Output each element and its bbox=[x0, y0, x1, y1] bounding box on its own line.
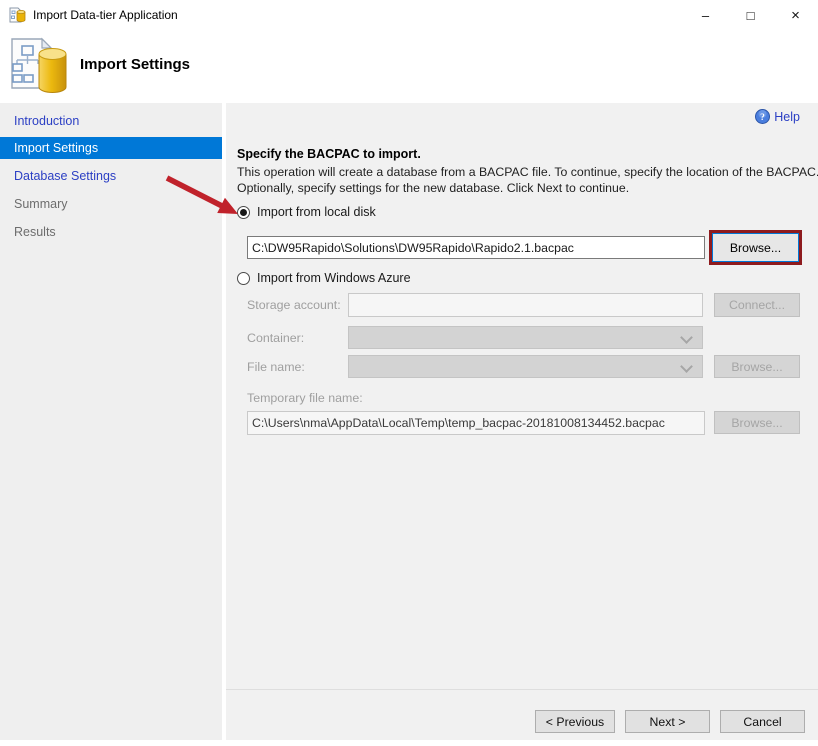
import-local-disk-option[interactable]: Import from local disk bbox=[237, 205, 376, 219]
sidebar-item-introduction[interactable]: Introduction bbox=[0, 110, 222, 132]
previous-button[interactable]: < Previous bbox=[535, 710, 615, 733]
bacpac-path-input[interactable] bbox=[247, 236, 705, 259]
window-bottom-edge bbox=[0, 740, 818, 746]
wizard-header: Import Settings bbox=[0, 30, 818, 103]
annotation-highlight-box: Browse... bbox=[709, 230, 802, 265]
radio-windows-azure[interactable] bbox=[237, 272, 250, 285]
chevron-down-icon bbox=[680, 360, 693, 373]
container-dropdown bbox=[348, 326, 703, 349]
import-windows-azure-option[interactable]: Import from Windows Azure bbox=[237, 271, 411, 285]
description-line-2: Optionally, specify settings for the new… bbox=[237, 181, 629, 195]
browse-local-button[interactable]: Browse... bbox=[712, 233, 799, 262]
next-button[interactable]: Next > bbox=[625, 710, 710, 733]
radio-local-disk-label: Import from local disk bbox=[257, 205, 376, 219]
sidebar-item-import-settings[interactable]: Import Settings bbox=[0, 137, 222, 159]
close-button[interactable]: × bbox=[773, 0, 818, 30]
radio-local-disk[interactable] bbox=[237, 206, 250, 219]
maximize-button[interactable]: □ bbox=[728, 0, 773, 30]
minimize-button[interactable]: – bbox=[683, 0, 728, 30]
chevron-down-icon bbox=[680, 331, 693, 344]
sidebar-item-results: Results bbox=[0, 221, 222, 243]
title-bar: Import Data-tier Application – □ × bbox=[0, 0, 818, 30]
help-label: Help bbox=[774, 110, 800, 124]
window-title: Import Data-tier Application bbox=[33, 8, 178, 22]
storage-account-label: Storage account: bbox=[247, 298, 341, 312]
svg-text:?: ? bbox=[760, 113, 765, 123]
file-name-label: File name: bbox=[247, 360, 305, 374]
temporary-file-name-input bbox=[247, 411, 705, 435]
connect-button: Connect... bbox=[714, 293, 800, 317]
sidebar-item-summary: Summary bbox=[0, 193, 222, 215]
help-link[interactable]: ? Help bbox=[755, 109, 800, 124]
sidebar-item-database-settings[interactable]: Database Settings bbox=[0, 165, 222, 187]
section-heading: Specify the BACPAC to import. bbox=[237, 147, 421, 161]
file-name-dropdown bbox=[348, 355, 703, 378]
browse-azure-button: Browse... bbox=[714, 355, 800, 378]
wizard-steps-sidebar: Introduction Import Settings Database Se… bbox=[0, 103, 222, 740]
help-icon: ? bbox=[755, 109, 770, 124]
footer-divider bbox=[226, 689, 818, 690]
container-label: Container: bbox=[247, 331, 304, 345]
description-line-1: This operation will create a database fr… bbox=[237, 165, 818, 179]
temporary-file-name-label: Temporary file name: bbox=[247, 391, 363, 405]
import-settings-icon bbox=[10, 37, 68, 95]
app-icon bbox=[9, 7, 26, 24]
page-title: Import Settings bbox=[80, 56, 190, 73]
browse-temp-button: Browse... bbox=[714, 411, 800, 434]
storage-account-input bbox=[348, 293, 703, 317]
radio-windows-azure-label: Import from Windows Azure bbox=[257, 271, 411, 285]
import-data-tier-application-dialog: Import Data-tier Application – □ × bbox=[0, 0, 818, 746]
cancel-button[interactable]: Cancel bbox=[720, 710, 805, 733]
